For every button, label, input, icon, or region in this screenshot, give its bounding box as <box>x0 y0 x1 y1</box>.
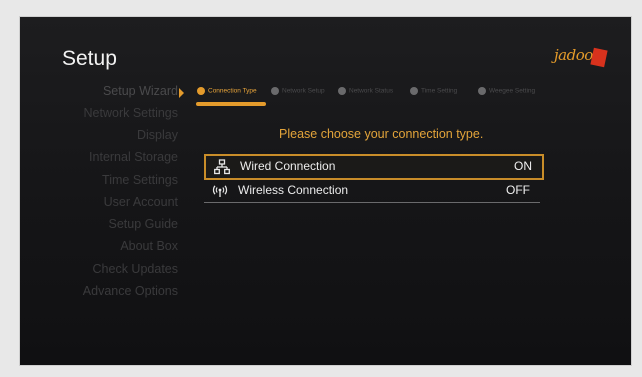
option-wired-connection[interactable]: Wired Connection ON <box>204 154 544 180</box>
sidebar-item-display[interactable]: Display <box>137 128 178 142</box>
step-indicator-icon <box>271 87 279 95</box>
active-step-underline <box>196 102 266 106</box>
step-weegee-setting[interactable]: Weegee Setting <box>478 87 535 95</box>
step-time-setting[interactable]: Time Setting <box>410 87 457 95</box>
sidebar-item-advance-options[interactable]: Advance Options <box>83 284 178 298</box>
brand-logo-text: jadoo <box>554 46 593 64</box>
step-network-setup[interactable]: Network Setup <box>271 87 325 95</box>
sidebar-item-network-settings[interactable]: Network Settings <box>84 106 178 120</box>
sidebar-item-time-settings[interactable]: Time Settings <box>102 173 178 187</box>
option-label: Wired Connection <box>240 159 336 173</box>
step-connection-type[interactable]: Connection Type <box>197 87 257 95</box>
step-indicator-icon <box>197 87 205 95</box>
option-wireless-connection[interactable]: Wireless Connection OFF <box>204 180 540 203</box>
step-label: Connection Type <box>208 87 257 95</box>
sidebar-item-about-box[interactable]: About Box <box>120 239 178 253</box>
step-label: Network Setup <box>282 87 325 95</box>
brand-logo: jadoo <box>554 46 608 70</box>
step-indicator-icon <box>410 87 418 95</box>
sidebar-item-setup-guide[interactable]: Setup Guide <box>109 217 179 231</box>
option-label: Wireless Connection <box>238 183 349 197</box>
network-icon <box>214 159 230 175</box>
brand-logo-mark <box>590 47 608 68</box>
page-title: Setup <box>62 47 117 70</box>
step-indicator-icon <box>338 87 346 95</box>
sidebar-item-user-account[interactable]: User Account <box>104 195 178 209</box>
sidebar-item-internal-storage[interactable]: Internal Storage <box>89 150 178 164</box>
wizard-steps: Connection Type Network Setup Network St… <box>197 87 547 101</box>
wizard-prompt: Please choose your connection type. <box>279 127 484 141</box>
option-value: OFF <box>506 183 530 197</box>
tv-screen: Setup jadoo Setup Wizard Network Setting… <box>20 17 631 365</box>
sidebar-item-check-updates[interactable]: Check Updates <box>93 262 178 276</box>
selection-caret-icon <box>179 88 184 98</box>
option-value: ON <box>514 159 532 173</box>
step-label: Weegee Setting <box>489 87 536 95</box>
sidebar-item-setup-wizard[interactable]: Setup Wizard <box>103 84 178 98</box>
wireless-icon <box>212 185 228 197</box>
step-indicator-icon <box>478 87 486 95</box>
step-network-status[interactable]: Network Status <box>338 87 393 95</box>
step-label: Network Status <box>349 87 394 95</box>
step-label: Time Setting <box>421 87 458 95</box>
